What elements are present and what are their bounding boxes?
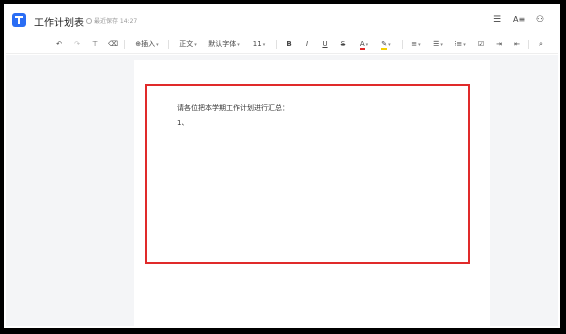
font-size-select[interactable]: 11▾ <box>250 38 268 50</box>
paragraph-style-value: 正文 <box>179 40 194 48</box>
bold-button[interactable]: B <box>284 38 294 50</box>
paragraph-style-select[interactable]: 正文▾ <box>176 38 200 50</box>
toolbar-divider <box>168 40 169 49</box>
font-family-value: 默认字体 <box>208 40 237 48</box>
font-family-select[interactable]: 默认字体▾ <box>207 38 241 50</box>
line-spacing-button[interactable]: ☰▾ <box>430 38 446 50</box>
format-painter-icon[interactable]: ⊤ <box>90 38 100 50</box>
save-status-text: 最近保存 14:27 <box>94 18 138 25</box>
chevron-down-icon: ▾ <box>262 42 266 48</box>
save-status: 最近保存 14:27 <box>86 16 137 25</box>
list-button[interactable]: ⁝≡▾ <box>452 38 468 50</box>
chevron-down-icon: ▾ <box>388 42 391 48</box>
bullet-list-icon: ⁝≡ <box>454 40 463 48</box>
font-color-button[interactable]: A▾ <box>356 38 372 50</box>
clear-format-icon[interactable]: ⌫ <box>108 38 118 50</box>
checkbox-list-icon[interactable]: ☑ <box>476 38 486 50</box>
menu-icon[interactable]: ☰ <box>492 15 502 25</box>
chevron-down-icon: ▾ <box>365 42 369 48</box>
redo-icon[interactable]: ↷ <box>72 38 82 50</box>
outdent-icon[interactable]: ⇤ <box>512 38 522 50</box>
italic-button[interactable]: I <box>302 38 312 50</box>
font-size-value: 11 <box>252 40 262 48</box>
clock-icon <box>86 18 92 24</box>
chevron-down-icon: ▾ <box>418 42 421 48</box>
app-logo-icon[interactable] <box>12 13 26 27</box>
highlighter-icon: ✎ <box>381 40 388 50</box>
app-window: 工作计划表 最近保存 14:27 ☰ A≡ ⚇ ↶ ↷ ⊤ ⌫ ⊕插入▾ 正文▾… <box>4 4 560 328</box>
formatting-toolbar: ↶ ↷ ⊤ ⌫ ⊕插入▾ 正文▾ 默认字体▾ 11▾ B I U S A▾ ✎▾… <box>6 34 558 54</box>
chevron-down-icon: ▾ <box>237 42 240 48</box>
underline-button[interactable]: U <box>320 38 330 50</box>
toolbar-divider <box>402 40 403 49</box>
insert-button[interactable]: ⊕插入▾ <box>132 38 162 50</box>
toolbar-divider <box>124 40 125 49</box>
chevron-down-icon: ▾ <box>194 42 197 48</box>
align-button[interactable]: ≡▾ <box>408 38 424 50</box>
line-spacing-icon: ☰ <box>433 40 440 48</box>
toolbar-divider <box>276 40 277 49</box>
chevron-down-icon: ▾ <box>440 42 443 48</box>
toolbar-divider <box>528 40 529 49</box>
annotation-highlight-box <box>145 84 470 264</box>
undo-icon[interactable]: ↶ <box>54 38 64 50</box>
share-user-icon[interactable]: ⚇ <box>535 15 545 25</box>
chevron-down-icon: ▾ <box>463 42 466 48</box>
highlight-color-button[interactable]: ✎▾ <box>378 38 394 50</box>
insert-label: 插入 <box>141 40 156 48</box>
search-icon[interactable]: ⌕ <box>536 38 546 50</box>
text-format-icon[interactable]: A≡ <box>513 15 525 25</box>
strikethrough-button[interactable]: S <box>338 38 348 50</box>
app-header: 工作计划表 最近保存 14:27 ☰ A≡ ⚇ <box>6 6 558 34</box>
font-color-label: A <box>359 40 365 50</box>
document-title[interactable]: 工作计划表 <box>34 14 84 29</box>
indent-icon[interactable]: ⇥ <box>494 38 504 50</box>
align-left-icon: ≡ <box>411 40 418 48</box>
chevron-down-icon: ▾ <box>156 42 159 48</box>
